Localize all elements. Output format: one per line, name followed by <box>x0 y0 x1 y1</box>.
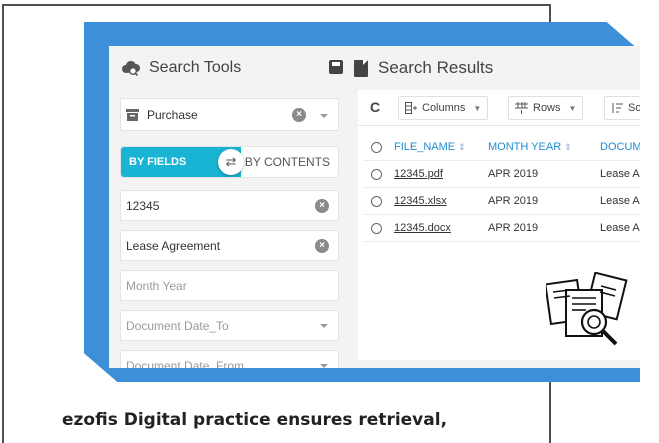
field-month-year[interactable]: Month Year <box>120 270 339 301</box>
results-table: FILE_NAME ⇕ MONTH YEAR ⇕ DOCUM 12345.pdf A… <box>364 134 640 242</box>
field-document-date-from[interactable]: Document Date_From <box>120 350 339 368</box>
columns-label: Columns <box>422 102 466 114</box>
field-document-type[interactable]: Lease Agreement × <box>120 230 339 261</box>
field-value: 12345 <box>126 198 160 213</box>
field-placeholder: Document Date_To <box>126 318 229 333</box>
column-header-month-year[interactable]: MONTH YEAR ⇕ <box>488 141 572 153</box>
archive-icon <box>126 108 139 121</box>
table-header-row: FILE_NAME ⇕ MONTH YEAR ⇕ DOCUM <box>364 134 640 161</box>
rows-icon <box>515 102 528 114</box>
sort-label: So <box>628 102 640 114</box>
field-placeholder: Month Year <box>126 278 187 293</box>
file-name-link[interactable]: 12345.xlsx <box>394 195 447 207</box>
field-document-date-to[interactable]: Document Date_To <box>120 310 339 341</box>
search-results-header: Search Results <box>354 56 493 80</box>
field-value: Lease Agreement <box>126 238 221 253</box>
by-contents-option[interactable]: BY CONTENTS <box>245 147 330 177</box>
chevron-down-icon[interactable] <box>320 114 328 118</box>
month-year-cell: APR 2019 <box>488 222 539 234</box>
search-tools-header: Search Tools <box>121 56 343 80</box>
document-icon <box>354 59 368 77</box>
document-cell: Lease A <box>600 222 640 234</box>
field-file-number[interactable]: 12345 × <box>120 190 339 221</box>
document-cell: Lease A <box>600 195 640 207</box>
file-name-link[interactable]: 12345.pdf <box>394 168 443 180</box>
sort-icon <box>612 103 623 113</box>
sort-button[interactable]: So <box>604 96 640 120</box>
cloud-search-icon <box>122 60 141 76</box>
month-year-cell: APR 2019 <box>488 195 539 207</box>
search-mode-toggle[interactable]: BY FIELDS BY CONTENTS ⇄ <box>120 146 339 178</box>
rows-button[interactable]: Rows ▼ <box>508 96 584 120</box>
row-select-radio[interactable] <box>371 223 382 234</box>
field-placeholder: Document Date_From <box>126 358 245 369</box>
columns-button[interactable]: Columns ▼ <box>398 96 489 120</box>
refresh-icon[interactable]: C <box>370 99 380 115</box>
results-toolbar: C Columns ▼ Rows ▼ So <box>358 90 640 126</box>
search-tools-title: Search Tools <box>149 59 242 76</box>
documents-search-illustration <box>546 272 628 346</box>
chevron-down-icon[interactable] <box>320 324 328 328</box>
month-year-cell: APR 2019 <box>488 168 539 180</box>
column-header-document[interactable]: DOCUM <box>600 141 640 153</box>
search-results-title: Search Results <box>378 58 494 77</box>
table-row[interactable]: 12345.docx APR 2019 Lease A <box>364 215 640 242</box>
row-select-radio[interactable] <box>371 196 382 207</box>
swap-icon[interactable]: ⇄ <box>218 149 244 175</box>
chevron-down-icon[interactable] <box>320 364 328 368</box>
column-header-file-name[interactable]: FILE_NAME ⇕ <box>394 141 466 153</box>
repository-select[interactable]: Purchase × <box>120 98 339 131</box>
clear-field-icon[interactable]: × <box>315 199 329 213</box>
document-cell: Lease A <box>600 168 640 180</box>
row-select-radio[interactable] <box>371 169 382 180</box>
clear-repository-icon[interactable]: × <box>292 108 306 122</box>
search-tools-panel: Search Tools Purchase × BY FIELDS BY CON… <box>109 46 349 368</box>
table-row[interactable]: 12345.pdf APR 2019 Lease A <box>364 161 640 188</box>
select-all-radio[interactable] <box>371 142 382 153</box>
file-name-link[interactable]: 12345.docx <box>394 222 451 234</box>
columns-icon <box>405 102 417 114</box>
chevron-down-icon: ▼ <box>568 103 577 113</box>
chevron-down-icon: ▼ <box>473 103 482 113</box>
repository-value: Purchase <box>147 107 198 122</box>
table-row[interactable]: 12345.xlsx APR 2019 Lease A <box>364 188 640 215</box>
rows-label: Rows <box>533 102 561 114</box>
clear-field-icon[interactable]: × <box>315 239 329 253</box>
save-icon[interactable] <box>329 60 343 74</box>
caption-text: ezofis Digital practice ensures retrieva… <box>62 410 448 430</box>
